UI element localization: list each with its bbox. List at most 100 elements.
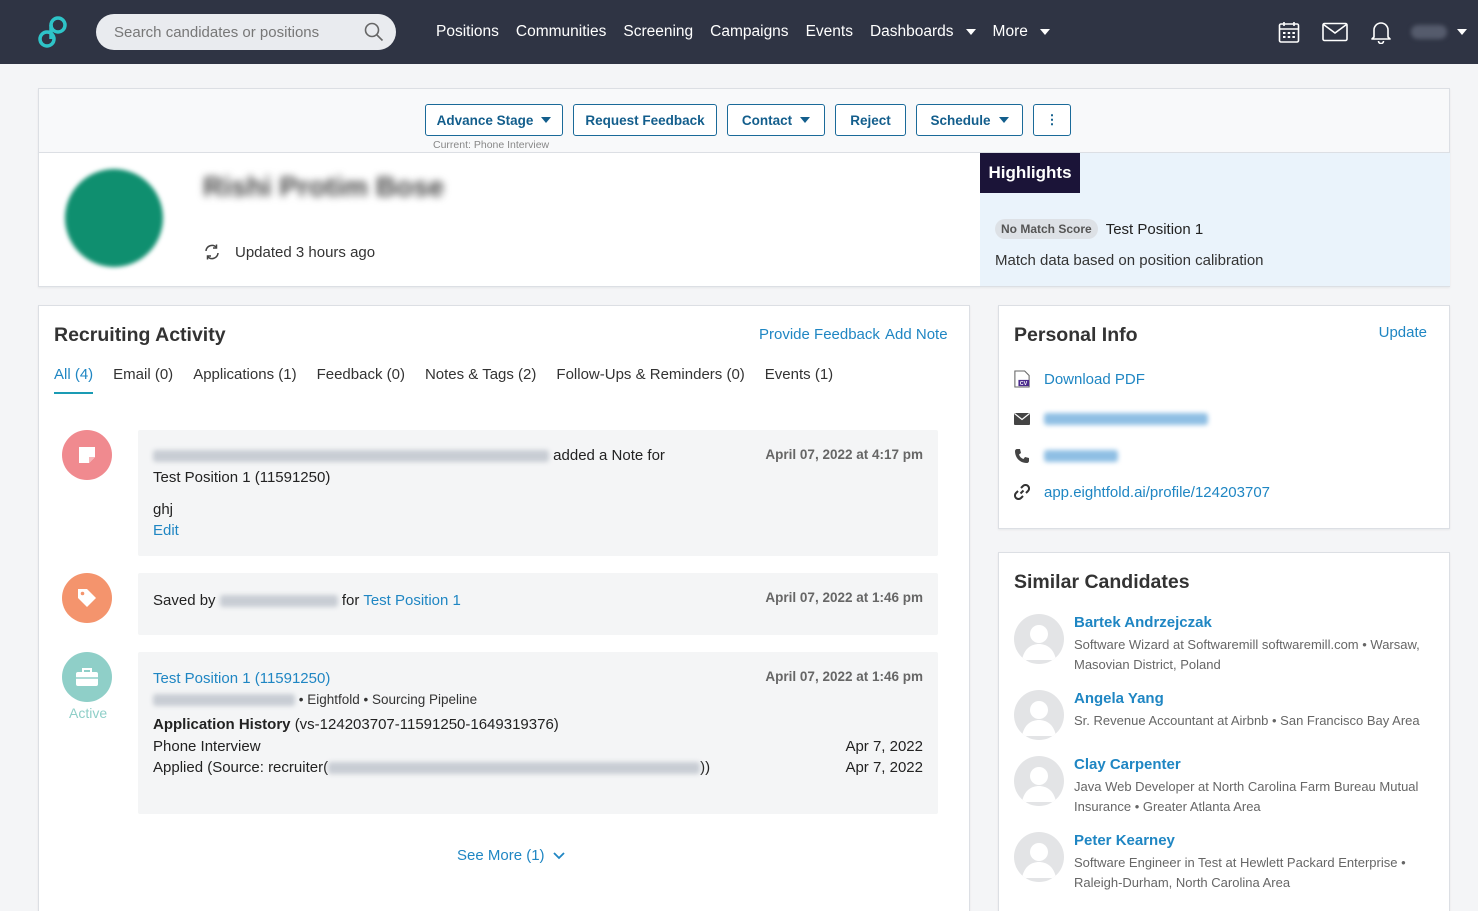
redacted-email [153, 450, 549, 463]
schedule-label: Schedule [930, 112, 991, 128]
application-event-date: April 07, 2022 at 1:46 pm [765, 669, 923, 684]
briefcase-icon [62, 652, 112, 702]
redacted-name [219, 595, 338, 608]
contact-button[interactable]: Contact [727, 104, 825, 136]
eightfold-logo[interactable] [36, 14, 72, 50]
reject-button[interactable]: Reject [835, 104, 906, 136]
candidate-description: Sr. Revenue Accountant at Airbnb • San F… [1074, 713, 1420, 728]
nav-positions[interactable]: Positions [436, 23, 499, 41]
chevron-down-icon [541, 117, 552, 123]
search-input[interactable] [114, 23, 364, 41]
nav-icons [1266, 0, 1478, 64]
avatar [1411, 25, 1447, 39]
nav-events[interactable]: Events [806, 23, 853, 41]
top-navigation-bar: Positions Communities Screening Campaign… [0, 0, 1478, 64]
nav-dashboards-label: Dashboards [869, 23, 954, 40]
svg-text:CV: CV [1020, 381, 1028, 387]
nav-screening[interactable]: Screening [623, 23, 693, 41]
mail-icon[interactable] [1312, 0, 1358, 64]
request-feedback-button[interactable]: Request Feedback [573, 104, 717, 136]
email-row [1014, 410, 1208, 428]
match-score-badge: No Match Score [995, 219, 1098, 239]
history-stage-applied-date: Apr 7, 2022 [845, 759, 923, 776]
bell-icon[interactable] [1358, 0, 1404, 64]
candidate-description: Software Wizard at Softwaremill software… [1074, 637, 1420, 672]
tab-all[interactable]: All (4) [54, 366, 94, 394]
saved-event-text: Saved by for Test Position 1 [153, 592, 461, 609]
nav-more[interactable]: More [993, 23, 1050, 41]
nav-communities[interactable]: Communities [516, 23, 606, 41]
chevron-down-icon [1039, 29, 1050, 35]
history-stage-phone: Phone Interview [153, 738, 261, 755]
tab-notes-tags[interactable]: Notes & Tags (2) [425, 366, 536, 394]
similar-candidates-card: Similar Candidates Bartek Andrzejczak So… [998, 552, 1450, 911]
edit-note-link[interactable]: Edit [153, 522, 179, 539]
activity-tabs: All (4) Email (0) Applications (1) Feedb… [54, 366, 853, 394]
phone-link[interactable] [1044, 450, 1118, 462]
saved-event-date: April 07, 2022 at 1:46 pm [765, 590, 923, 605]
history-stage-applied: Applied (Source: recruiter()) [153, 759, 710, 776]
match-position: Test Position 1 [1105, 220, 1204, 238]
calendar-icon[interactable] [1266, 0, 1312, 64]
search-bar[interactable] [96, 14, 396, 50]
candidate-name-link[interactable]: Angela Yang [1074, 690, 1164, 707]
personal-info-title: Personal Info [1014, 324, 1138, 346]
recruiting-activity-title: Recruiting Activity [54, 324, 226, 346]
chevron-down-icon [998, 117, 1009, 123]
more-actions-button[interactable]: ⋮ [1033, 104, 1071, 136]
candidate-description: Java Web Developer at North Carolina Far… [1074, 779, 1419, 814]
tab-events[interactable]: Events (1) [765, 366, 833, 394]
application-history-id: (vs-124203707-11591250-1649319376) [294, 716, 559, 733]
note-icon [62, 430, 112, 480]
see-more-button[interactable]: See More (1) [457, 847, 565, 864]
provide-feedback-link[interactable]: Provide Feedback [759, 326, 880, 343]
redacted-email [153, 694, 295, 707]
candidate-description: Software Engineer in Test at Hewlett Pac… [1074, 855, 1406, 890]
note-text: ghj [153, 501, 174, 518]
highlights-tag: Highlights [980, 153, 1080, 193]
add-note-link[interactable]: Add Note [885, 326, 948, 343]
application-position-link[interactable]: Test Position 1 (11591250) [153, 670, 330, 687]
last-updated-text: Updated 3 hours ago [235, 243, 376, 261]
candidate-name-link[interactable]: Clay Carpenter [1074, 756, 1181, 773]
phone-row [1014, 447, 1118, 465]
match-score-row: No Match Score Test Position 1 [995, 219, 1203, 239]
download-pdf-link[interactable]: Download PDF [1044, 371, 1145, 388]
chevron-down-icon [800, 117, 811, 123]
tab-applications[interactable]: Applications (1) [193, 366, 296, 394]
advance-stage-button[interactable]: Advance Stage [425, 104, 563, 136]
avatar [1014, 690, 1064, 740]
personal-info-card: Personal Info Update CV Download PDF app… [998, 305, 1450, 529]
avatar [1014, 756, 1064, 806]
application-history: Application History (vs-124203707-115912… [153, 716, 559, 733]
nav-campaigns[interactable]: Campaigns [710, 23, 788, 41]
tab-email[interactable]: Email (0) [113, 366, 173, 394]
activity-note-event: added a Note for Test Position 1 (115912… [138, 430, 938, 556]
cv-file-icon: CV [1014, 370, 1030, 388]
refresh-icon[interactable] [203, 243, 221, 261]
see-more-label: See More (1) [457, 847, 545, 864]
chevron-down-icon [965, 29, 976, 35]
profile-url-link[interactable]: app.eightfold.ai/profile/124203707 [1044, 484, 1270, 501]
email-link[interactable] [1044, 413, 1208, 425]
recruiting-activity-card: Recruiting Activity Provide Feedback Add… [38, 305, 970, 911]
history-stage-phone-date: Apr 7, 2022 [845, 738, 923, 755]
user-menu[interactable] [1408, 0, 1470, 64]
nav-dashboards[interactable]: Dashboards [870, 23, 976, 41]
saved-position-link[interactable]: Test Position 1 [363, 592, 461, 609]
match-note: Match data based on position calibration [995, 252, 1264, 269]
tab-feedback[interactable]: Feedback (0) [317, 366, 405, 394]
activity-saved-event: Saved by for Test Position 1 April 07, 2… [138, 573, 938, 635]
search-icon[interactable] [364, 22, 384, 42]
schedule-button[interactable]: Schedule [916, 104, 1023, 136]
note-event-position: Test Position 1 (11591250) [153, 469, 331, 486]
update-link[interactable]: Update [1379, 324, 1427, 341]
candidate-name-link[interactable]: Bartek Andrzejczak [1074, 614, 1212, 631]
saved-for-label: for [341, 592, 360, 609]
candidate-profile-header: Rishi Protim Bose Updated 3 hours ago Hi… [38, 152, 1450, 287]
candidate-name-link[interactable]: Peter Kearney [1074, 832, 1175, 849]
tab-follow-ups[interactable]: Follow-Ups & Reminders (0) [556, 366, 744, 394]
history-applied-end: )) [700, 759, 711, 776]
history-applied-label: Applied (Source: recruiter( [153, 759, 329, 776]
profile-url-row: app.eightfold.ai/profile/124203707 [1014, 483, 1270, 501]
